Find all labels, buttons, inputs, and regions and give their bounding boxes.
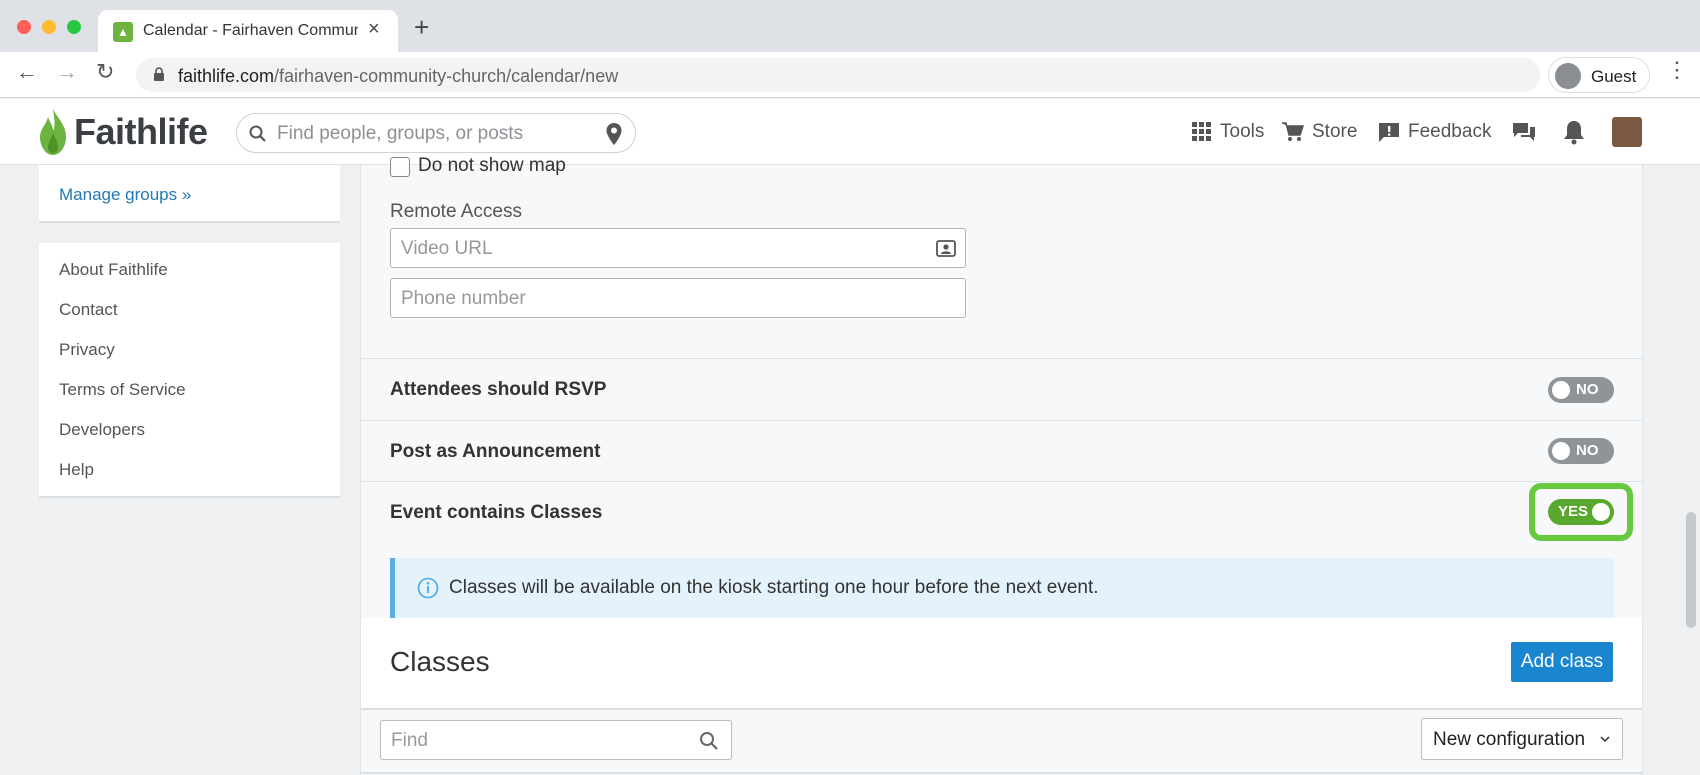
- new-tab-icon[interactable]: +: [414, 14, 429, 40]
- classes-toggle-state: YES: [1558, 503, 1589, 520]
- search-icon: [249, 125, 266, 142]
- faithlife-favicon-icon: ▲: [113, 22, 133, 42]
- feedback-icon: [1379, 123, 1399, 142]
- configuration-selected: New configuration: [1433, 729, 1586, 750]
- sidebar-link-contact[interactable]: Contact: [59, 300, 118, 320]
- manage-groups-link[interactable]: Manage groups »: [59, 185, 191, 205]
- add-class-button[interactable]: Add class: [1511, 642, 1613, 682]
- section-divider: [361, 772, 1642, 774]
- chat-icon[interactable]: [1511, 119, 1537, 145]
- lock-icon: [154, 67, 164, 81]
- faithlife-flame-icon[interactable]: [36, 107, 70, 157]
- url-path: /fairhaven-community-church/calendar/new: [274, 66, 619, 86]
- video-url-input[interactable]: [401, 237, 901, 261]
- feedback-link[interactable]: Feedback: [1378, 119, 1491, 145]
- chevron-down-icon: [1600, 736, 1610, 743]
- toggle-knob: [1592, 503, 1610, 521]
- classes-toggle-label: Event contains Classes: [390, 502, 603, 523]
- rsvp-toggle[interactable]: NO: [1548, 377, 1614, 403]
- bell-icon[interactable]: [1561, 119, 1587, 145]
- phone-number-input[interactable]: [401, 287, 901, 311]
- address-bar[interactable]: faithlife.com/fairhaven-community-church…: [136, 58, 1540, 92]
- cart-icon: [1282, 122, 1304, 141]
- browser-menu-icon[interactable]: ⋮: [1666, 59, 1688, 81]
- feedback-label: Feedback: [1408, 121, 1492, 142]
- store-link[interactable]: Store: [1282, 119, 1357, 145]
- url-text: faithlife.com/fairhaven-community-church…: [178, 66, 618, 87]
- do-not-show-map-label: Do not show map: [418, 155, 566, 176]
- classes-info-alert: Classes will be available on the kiosk s…: [390, 558, 1614, 618]
- window-minimize-button[interactable]: [42, 20, 56, 34]
- browser-tab[interactable]: ▲ Calendar - Fairhaven Community Church …: [98, 10, 398, 52]
- forward-arrow-icon[interactable]: →: [56, 61, 78, 83]
- profile-button[interactable]: Guest: [1548, 57, 1650, 93]
- sidebar-groups-card: Manage groups »: [39, 165, 340, 223]
- user-avatar[interactable]: [1612, 117, 1642, 147]
- toggle-knob: [1552, 442, 1570, 460]
- configuration-dropdown[interactable]: New configuration: [1421, 718, 1623, 760]
- classes-info-text: Classes will be available on the kiosk s…: [449, 577, 1099, 598]
- browser-tab-bar: ▲ Calendar - Fairhaven Community Church …: [0, 0, 1700, 52]
- classes-find-input[interactable]: [391, 729, 681, 753]
- sidebar-link-terms[interactable]: Terms of Service: [59, 380, 186, 400]
- classes-title: Classes: [390, 646, 490, 677]
- profile-label: Guest: [1591, 67, 1637, 86]
- browser-toolbar: ← → ↻ faithlife.com/fairhaven-community-…: [0, 52, 1700, 98]
- back-arrow-icon[interactable]: ←: [16, 61, 38, 83]
- classes-find-field[interactable]: [380, 720, 732, 760]
- tools-label: Tools: [1220, 121, 1265, 142]
- do-not-show-map-checkbox[interactable]: [390, 157, 410, 177]
- toggle-knob: [1552, 381, 1570, 399]
- profile-avatar-icon: [1555, 63, 1581, 89]
- sidebar-link-help[interactable]: Help: [59, 460, 94, 480]
- location-pin-icon[interactable]: [605, 122, 623, 146]
- reload-icon[interactable]: ↻: [96, 61, 114, 83]
- site-header: Faithlife Tools Store Feedback: [0, 99, 1700, 165]
- remote-access-label: Remote Access: [390, 201, 522, 222]
- window-zoom-button[interactable]: [67, 20, 81, 34]
- grid-icon: [1192, 122, 1211, 141]
- announcement-toggle[interactable]: NO: [1548, 438, 1614, 464]
- store-label: Store: [1312, 121, 1358, 142]
- sidebar-footer-links: About Faithlife Contact Privacy Terms of…: [39, 243, 340, 498]
- tab-close-icon[interactable]: ×: [368, 18, 380, 41]
- site-search-box[interactable]: [236, 113, 636, 153]
- window-close-button[interactable]: [17, 20, 31, 34]
- classes-toggle[interactable]: YES: [1548, 499, 1614, 525]
- sidebar-link-privacy[interactable]: Privacy: [59, 340, 115, 360]
- faithlife-logo-text[interactable]: Faithlife: [74, 111, 208, 153]
- event-form-panel: Do not show map Remote Access Attendees …: [360, 155, 1643, 775]
- video-card-icon: [936, 240, 956, 257]
- classes-section-header: Classes Add class: [361, 618, 1642, 710]
- video-url-field[interactable]: [390, 228, 966, 268]
- site-search-input[interactable]: [277, 120, 587, 148]
- tab-title: Calendar - Fairhaven Community Church: [143, 22, 358, 39]
- sidebar-link-about[interactable]: About Faithlife: [59, 260, 168, 280]
- url-host: faithlife.com: [178, 66, 275, 86]
- announcement-toggle-state: NO: [1576, 442, 1599, 459]
- rsvp-toggle-state: NO: [1576, 381, 1599, 398]
- info-icon: [417, 577, 439, 599]
- tools-link[interactable]: Tools: [1192, 119, 1264, 145]
- search-icon[interactable]: [699, 731, 719, 751]
- section-divider: [361, 481, 1642, 482]
- section-divider: [361, 420, 1642, 421]
- sidebar-link-developers[interactable]: Developers: [59, 420, 145, 440]
- phone-number-field[interactable]: [390, 278, 966, 318]
- page-scrollbar[interactable]: [1686, 512, 1696, 628]
- rsvp-label: Attendees should RSVP: [390, 379, 607, 400]
- section-divider: [361, 358, 1642, 359]
- announcement-label: Post as Announcement: [390, 441, 601, 462]
